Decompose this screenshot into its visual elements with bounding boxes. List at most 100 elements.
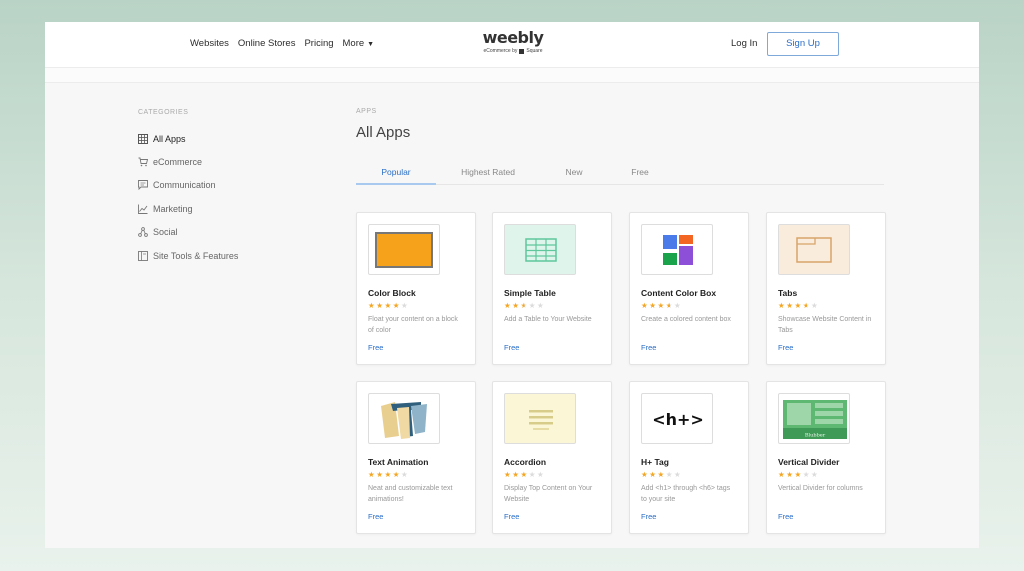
star-rating: ★★★★★ [504, 301, 545, 310]
app-price: Free [504, 343, 520, 352]
tab-new[interactable]: New [540, 167, 608, 177]
star-icon: ★ [810, 301, 820, 310]
app-description: Showcase Website Content in Tabs [778, 316, 872, 334]
star-icon: ★ [657, 301, 666, 310]
star-icon: ★ [400, 470, 410, 479]
app-price: Free [778, 512, 794, 521]
app-card-tabs[interactable]: Tabs ★★★★★ Showcase Website Content in T… [766, 212, 886, 365]
share-icon [138, 227, 148, 238]
star-icon: ★ [368, 470, 377, 479]
star-icon: ★ [400, 301, 410, 310]
star-icon: ★ [802, 470, 811, 479]
star-icon: ★ [673, 301, 683, 310]
star-icon: ★ [778, 470, 787, 479]
signup-button[interactable]: Sign Up [767, 32, 839, 56]
sub-header-bar [45, 68, 979, 83]
app-name: H+ Tag [641, 457, 669, 467]
tab-free[interactable]: Free [618, 167, 662, 177]
app-name: Tabs [778, 288, 798, 298]
star-icon: ★ [392, 470, 401, 479]
star-icon: ★ [673, 470, 683, 479]
logo-tagline-brand: Square [526, 48, 543, 54]
category-label: Marketing [153, 203, 193, 214]
nav-online-stores[interactable]: Online Stores [238, 38, 296, 49]
star-icon: ★ [536, 470, 546, 479]
star-icon: ★ [665, 470, 674, 479]
app-thumbnail-color-block [368, 224, 440, 275]
category-all-apps[interactable]: All Apps [138, 127, 238, 150]
tab-highest-rated[interactable]: Highest Rated [448, 167, 528, 177]
app-price: Free [368, 512, 384, 521]
nav-more[interactable]: More ▼ [343, 38, 375, 49]
app-description: Float your content on a block of color [368, 316, 458, 334]
category-marketing[interactable]: Marketing [138, 197, 238, 220]
app-price: Free [504, 512, 520, 521]
tab-popular[interactable]: Popular [356, 167, 436, 185]
star-icon: ★ [536, 301, 546, 310]
page-title: All Apps [356, 124, 411, 141]
app-card-simple-table[interactable]: Simple Table ★★★★★ Add a Table to Your W… [492, 212, 612, 365]
star-rating: ★★★★★ [778, 470, 819, 479]
category-label: Site Tools & Features [153, 250, 239, 261]
star-icon: ★ [504, 301, 513, 310]
nav-pricing[interactable]: Pricing [304, 38, 333, 49]
app-name: Color Block [368, 288, 416, 298]
category-label: eCommerce [153, 157, 203, 168]
star-icon: ★ [665, 301, 674, 310]
star-icon: ★ [657, 470, 666, 479]
category-site-tools[interactable]: Site Tools & Features [138, 244, 238, 267]
app-description: Add <h1> through <h6> tags to your site [641, 485, 731, 503]
star-icon: ★ [368, 301, 377, 310]
category-label: Social [153, 227, 178, 238]
app-description: Neat and customizable text animations! [368, 485, 453, 503]
app-price: Free [641, 512, 657, 521]
star-icon: ★ [520, 470, 529, 479]
app-name: Accordion [504, 457, 547, 467]
app-thumbnail-accordion [504, 393, 576, 444]
category-communication[interactable]: Communication [138, 174, 238, 197]
app-description: Add a Table to Your Website [504, 316, 592, 323]
star-rating: ★★★★★ [641, 301, 682, 310]
chat-icon [138, 180, 148, 191]
app-thumbnail-vertical-divider: Blubber [778, 393, 850, 444]
square-logo-icon [519, 48, 525, 54]
app-card-content-color-box[interactable]: Content Color Box ★★★★★ Create a colored… [629, 212, 749, 365]
app-name: Simple Table [504, 288, 556, 298]
top-nav: Websites Online Stores Pricing More ▼ wee… [45, 22, 979, 68]
app-name: Text Animation [368, 457, 429, 467]
app-card-color-block[interactable]: Color Block ★★★★★ Float your content on … [356, 212, 476, 365]
app-window: Websites Online Stores Pricing More ▼ wee… [45, 22, 979, 548]
app-card-h-tag[interactable]: <h+> H+ Tag ★★★★★ Add <h1> through <h6> … [629, 381, 749, 534]
app-card-text-animation[interactable]: Text Animation ★★★★★ Neat and customizab… [356, 381, 476, 534]
category-ecommerce[interactable]: eCommerce [138, 150, 238, 173]
app-price: Free [641, 343, 657, 352]
layout-icon [138, 250, 148, 261]
app-card-vertical-divider[interactable]: Blubber Vertical Divider ★★★★★ Vertical … [766, 381, 886, 534]
app-description: Vertical Divider for columns [778, 485, 863, 492]
nav-websites[interactable]: Websites [190, 38, 229, 49]
star-icon: ★ [528, 301, 537, 310]
star-icon: ★ [778, 301, 787, 310]
category-label: All Apps [153, 133, 186, 144]
star-icon: ★ [810, 470, 820, 479]
app-price: Free [368, 343, 384, 352]
logo-wordmark: weebly [482, 28, 544, 47]
app-name: Vertical Divider [778, 457, 840, 467]
breadcrumb: APPS [356, 108, 377, 115]
nav-more-label: More [342, 38, 365, 49]
star-rating: ★★★★★ [368, 301, 409, 310]
star-icon: ★ [384, 301, 393, 310]
star-icon: ★ [384, 470, 393, 479]
star-icon: ★ [392, 301, 401, 310]
app-thumbnail-text-animation [368, 393, 440, 444]
category-social[interactable]: Social [138, 221, 238, 244]
categories-heading: CATEGORIES [138, 109, 189, 116]
weebly-logo[interactable]: weebly eCommerce by Square [475, 28, 551, 55]
login-link[interactable]: Log In [731, 38, 757, 49]
tab-bar: Popular Highest Rated New Free [356, 162, 884, 185]
logo-tagline: eCommerce by Square [475, 48, 551, 54]
app-thumbnail-h-tag: <h+> [641, 393, 713, 444]
app-description: Create a colored content box [641, 316, 731, 323]
star-icon: ★ [794, 470, 803, 479]
app-card-accordion[interactable]: Accordion ★★★★★ Display Top Content on Y… [492, 381, 612, 534]
